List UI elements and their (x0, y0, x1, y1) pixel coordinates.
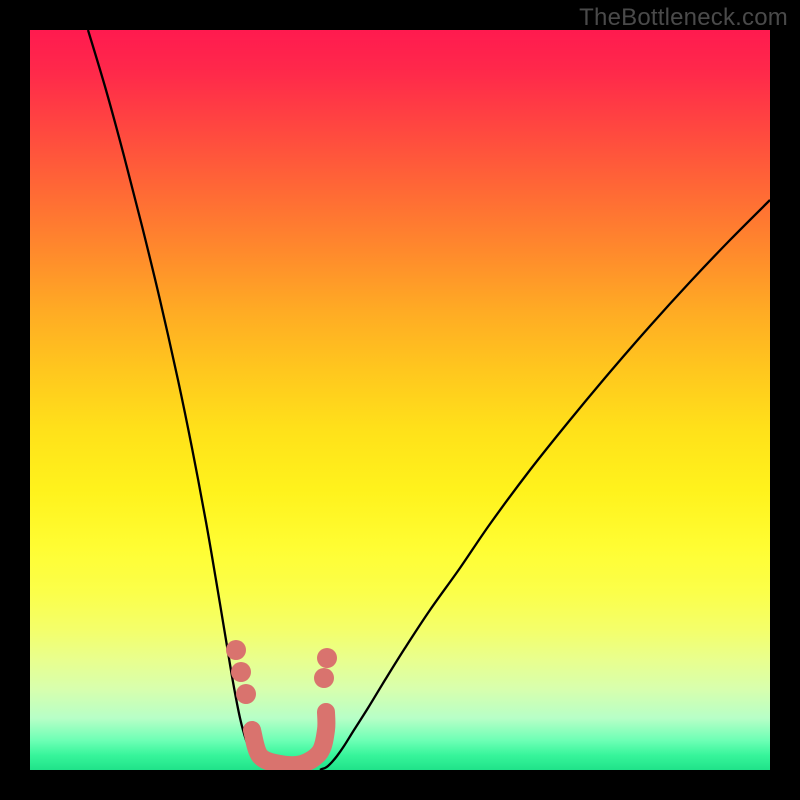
curve-marker (231, 662, 251, 682)
watermark-text: TheBottleneck.com (579, 4, 788, 32)
chart-frame: TheBottleneck.com (0, 0, 800, 800)
curve-marker (314, 668, 334, 688)
plot-area (30, 30, 770, 770)
chart-svg (30, 30, 770, 770)
curve-marker (317, 648, 337, 668)
left-curve (88, 30, 270, 770)
curve-marker (226, 640, 246, 660)
curve-marker (236, 684, 256, 704)
curve-markers (226, 640, 337, 704)
valley-worm (252, 712, 326, 765)
right-curve (320, 200, 770, 770)
